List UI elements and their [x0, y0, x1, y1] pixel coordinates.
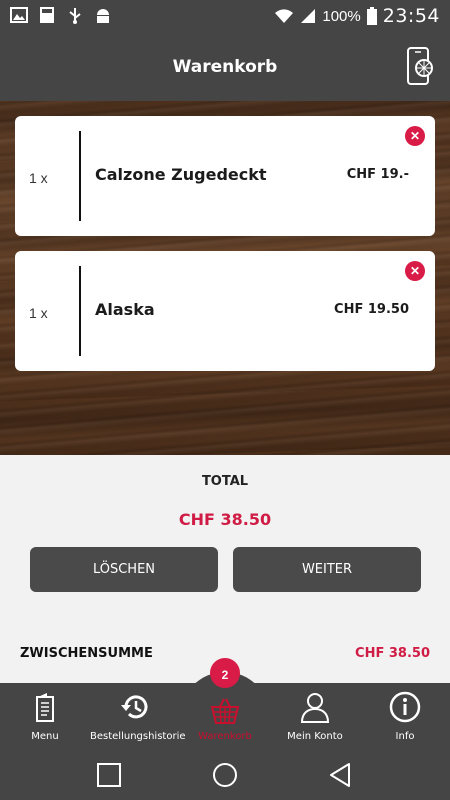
battery-percent: 100% [322, 7, 361, 25]
total-value: CHF 38.50 [178, 510, 272, 529]
nav-item-info[interactable]: Info [360, 683, 450, 750]
back-icon[interactable] [328, 762, 354, 788]
cart-item-quantity: 1 x [29, 305, 48, 321]
subtotal-label: ZWISCHENSUMME [20, 646, 153, 661]
nav-item-menu[interactable]: Menu [0, 683, 90, 750]
cart-items-area: 1 x Calzone Zugedeckt CHF 19.- ✕ 1 x Ala… [0, 101, 450, 455]
basket-icon [210, 698, 240, 724]
nav-item-cart[interactable]: Warenkorb [180, 683, 270, 750]
cart-item-name: Calzone Zugedeckt [95, 165, 267, 184]
recent-apps-icon[interactable] [96, 762, 122, 788]
total-label: TOTAL [201, 474, 249, 489]
android-icon [97, 9, 109, 23]
cart-count-badge: 2 [210, 658, 240, 688]
close-icon: ✕ [409, 264, 421, 278]
status-bar-notifications [10, 6, 112, 24]
nav-item-label: Bestellungshistorie [90, 731, 186, 742]
next-button[interactable]: WEITER [233, 547, 421, 592]
battery-icon [366, 7, 377, 25]
signal-icon [301, 9, 316, 23]
image-icon [10, 7, 28, 23]
app-header: Warenkorb [0, 33, 450, 101]
cart-item-divider [79, 131, 81, 221]
home-icon[interactable] [212, 762, 238, 788]
close-icon: ✕ [409, 129, 421, 143]
cart-item: 1 x Calzone Zugedeckt CHF 19.- ✕ [15, 116, 435, 236]
clock: 23:54 [382, 5, 440, 27]
phone-pizza-icon[interactable] [404, 47, 434, 85]
menu-card-icon [36, 693, 54, 722]
storage-icon [40, 7, 54, 23]
user-icon [300, 693, 330, 723]
remove-item-button[interactable]: ✕ [405, 126, 425, 146]
nav-item-label: Mein Konto [287, 731, 343, 742]
wifi-icon [275, 9, 294, 23]
cart-item: 1 x Alaska CHF 19.50 ✕ [15, 251, 435, 371]
nav-item-history[interactable]: Bestellungshistorie [90, 683, 186, 750]
system-nav-bar [0, 750, 450, 800]
nav-item-account[interactable]: Mein Konto [270, 683, 360, 750]
cart-item-price: CHF 19.50 [334, 302, 409, 317]
history-icon [121, 695, 148, 719]
page-title: Warenkorb [172, 57, 278, 77]
nav-item-label: Warenkorb [198, 731, 252, 742]
status-bar-system: 100% 23:54 [274, 5, 440, 27]
cart-item-price: CHF 19.- [346, 167, 409, 182]
delete-button[interactable]: LÖSCHEN [30, 547, 218, 592]
status-bar: 100% 23:54 [0, 0, 450, 33]
usb-icon [69, 8, 81, 24]
info-icon [389, 691, 421, 723]
bottom-nav: Menu Bestellungshistorie Warenkorb Mein … [0, 683, 450, 750]
nav-item-label: Menu [31, 731, 59, 742]
subtotal-value: CHF 38.50 [355, 646, 430, 661]
cart-item-divider [79, 266, 81, 356]
cart-item-quantity: 1 x [29, 170, 48, 186]
cart-item-name: Alaska [95, 300, 155, 319]
nav-item-label: Info [395, 731, 415, 742]
remove-item-button[interactable]: ✕ [405, 261, 425, 281]
